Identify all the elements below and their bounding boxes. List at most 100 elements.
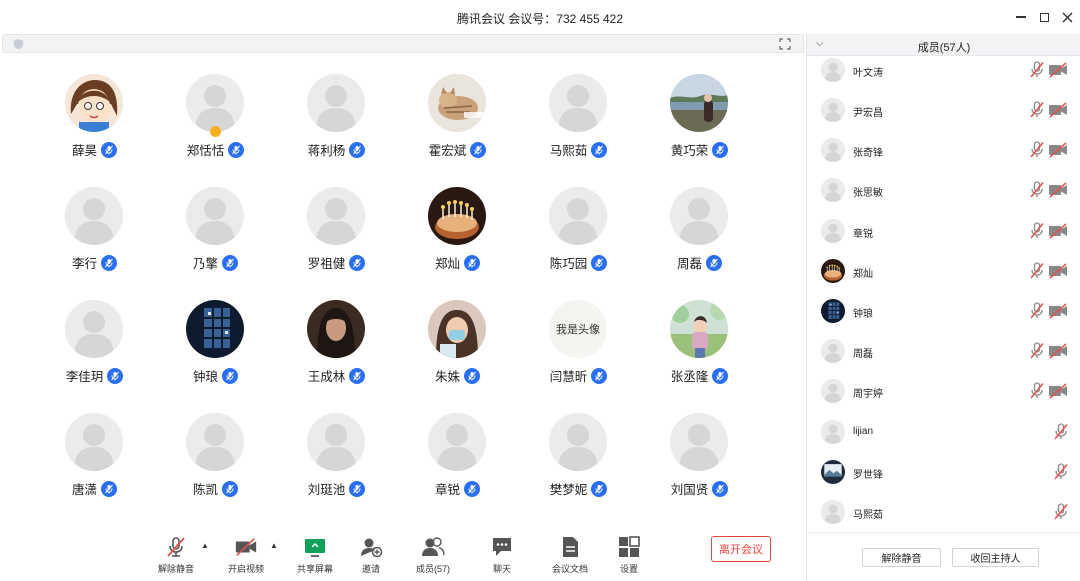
member-row[interactable]: 张奇锋 [807,138,1080,174]
participant-tile[interactable]: 马熙茹 [518,74,639,184]
mic-muted-icon[interactable] [1029,181,1045,199]
participant-avatar [428,187,486,245]
participant-tile[interactable]: 樊梦妮 [518,413,639,523]
camera-off-icon[interactable] [1048,182,1068,198]
mic-muted-icon[interactable] [1029,101,1045,119]
member-row[interactable]: 钟琅 [807,299,1080,335]
members-button[interactable]: 成员(57) [408,535,458,575]
mic-muted-icon [349,141,366,158]
camera-off-icon[interactable] [1048,142,1068,158]
camera-off-icon[interactable] [1048,383,1068,399]
camera-off-icon[interactable] [1048,303,1068,319]
member-panel-header: ⌵ 成员(57人) [807,34,1080,56]
participant-tile[interactable]: 蒋利杨 [276,74,397,184]
participant-tile[interactable]: 郑灿 [397,187,518,297]
document-icon [563,537,578,557]
participant-tile[interactable]: 霍宏斌 [397,74,518,184]
mic-muted-icon[interactable] [1029,262,1045,280]
participant-tile[interactable]: 乃擎 [155,187,276,297]
camera-off-icon[interactable] [1048,263,1068,279]
invite-button[interactable]: 邀请 [346,535,396,575]
minimize-button[interactable] [1012,8,1030,26]
participant-tile[interactable]: 罗祖健 [276,187,397,297]
participant-tile[interactable]: 钟琅 [155,300,276,410]
participant-name-row: 黄巧荣 [639,140,760,159]
mic-muted-icon[interactable] [1029,382,1045,400]
window-title: 腾讯会议 会议号：732 455 422 [456,12,624,26]
member-row[interactable]: 章锐 [807,219,1080,255]
participant-tile[interactable]: 黄巧荣 [639,74,760,184]
mic-muted-icon[interactable] [1029,222,1045,240]
participant-tile[interactable]: 刘珽池 [276,413,397,523]
settings-button[interactable]: 设置 [604,535,654,575]
share-screen-button[interactable]: 共享屏幕 [290,535,340,575]
camera-off-icon[interactable] [1048,102,1068,118]
shield-icon[interactable] [13,38,24,50]
member-row[interactable]: 罗世锋 [807,460,1080,496]
participant-tile[interactable]: 薛昊 [34,74,155,184]
member-avatar [821,138,845,162]
share-screen-label: 共享屏幕 [296,564,333,574]
chat-button[interactable]: 聊天 [477,535,527,575]
member-row[interactable]: 郑灿 [807,259,1080,295]
audio-options-caret[interactable]: ▲ [201,541,211,550]
member-row[interactable]: lijian [807,420,1080,456]
mic-muted-icon [464,480,480,497]
camera-off-icon[interactable] [1048,62,1068,78]
leave-meeting-button[interactable]: 离开会议 [711,536,771,562]
unmute-button[interactable]: 解除静音 [151,535,201,575]
member-row[interactable]: 马熙茹 [807,500,1080,536]
participant-name-row: 闫慧昕 [518,366,639,385]
participant-tile[interactable]: 周磊 [639,187,760,297]
unmute-all-button[interactable]: 解除静音 [862,548,941,567]
participant-name-row: 张丞隆 [639,366,760,385]
settings-label: 设置 [619,564,638,574]
participant-name: 罗祖健 [307,257,346,271]
member-row[interactable]: 张思敏 [807,178,1080,214]
camera-off-icon[interactable] [1048,223,1068,239]
mic-muted-icon[interactable] [1029,302,1045,320]
camera-off-icon[interactable] [1048,343,1068,359]
mic-muted-icon[interactable] [1053,423,1069,441]
member-row[interactable]: 叶文涛 [807,58,1080,94]
settings-grid-icon [619,536,640,557]
participant-name: 闫慧昕 [549,370,588,384]
participant-name-row: 唐潇 [34,479,155,498]
member-row[interactable]: 周磊 [807,339,1080,375]
reclaim-host-button[interactable]: 收回主持人 [952,548,1039,567]
participant-tile[interactable]: 我是头像 闫慧昕 [518,300,639,410]
participant-tile[interactable]: 王成林 [276,300,397,410]
member-panel-footer: 解除静音 收回主持人 [807,532,1080,581]
maximize-button[interactable] [1035,8,1053,26]
participant-tile[interactable]: 章锐 [397,413,518,523]
participant-tile[interactable]: 张丞隆 [639,300,760,410]
mic-muted-icon[interactable] [1029,141,1045,159]
participant-tile[interactable]: 陈凯 [155,413,276,523]
mic-muted-icon[interactable] [1053,463,1069,481]
participant-avatar [307,74,365,132]
mic-muted-icon [712,367,729,384]
fullscreen-icon[interactable] [779,38,791,50]
start-video-button[interactable]: 开启视频 [221,535,271,575]
member-row[interactable]: 尹宏昌 [807,98,1080,134]
participant-name-row: 薛昊 [34,140,155,159]
video-options-caret[interactable]: ▲ [270,541,280,550]
participant-tile[interactable]: 陈巧园 [518,187,639,297]
member-avatar [821,500,845,524]
mic-muted-icon[interactable] [1053,503,1069,521]
video-top-bar [2,34,804,53]
participant-tile[interactable]: 郑恬恬 [155,74,276,184]
mic-muted-icon[interactable] [1029,61,1045,79]
participant-avatar [65,187,123,245]
mic-muted-icon[interactable] [1029,342,1045,360]
participant-name: 蒋利杨 [307,144,346,158]
participant-tile[interactable]: 唐潇 [34,413,155,523]
participant-tile[interactable]: 刘国贤 [639,413,760,523]
member-row[interactable]: 周宇婷 [807,379,1080,415]
meeting-docs-button[interactable]: 会议文档 [545,535,595,575]
participant-name: 陈凯 [192,483,218,497]
participant-tile[interactable]: 李行 [34,187,155,297]
close-button[interactable] [1058,8,1076,26]
participant-tile[interactable]: 李佳玥 [34,300,155,410]
participant-tile[interactable]: 朱姝 [397,300,518,410]
